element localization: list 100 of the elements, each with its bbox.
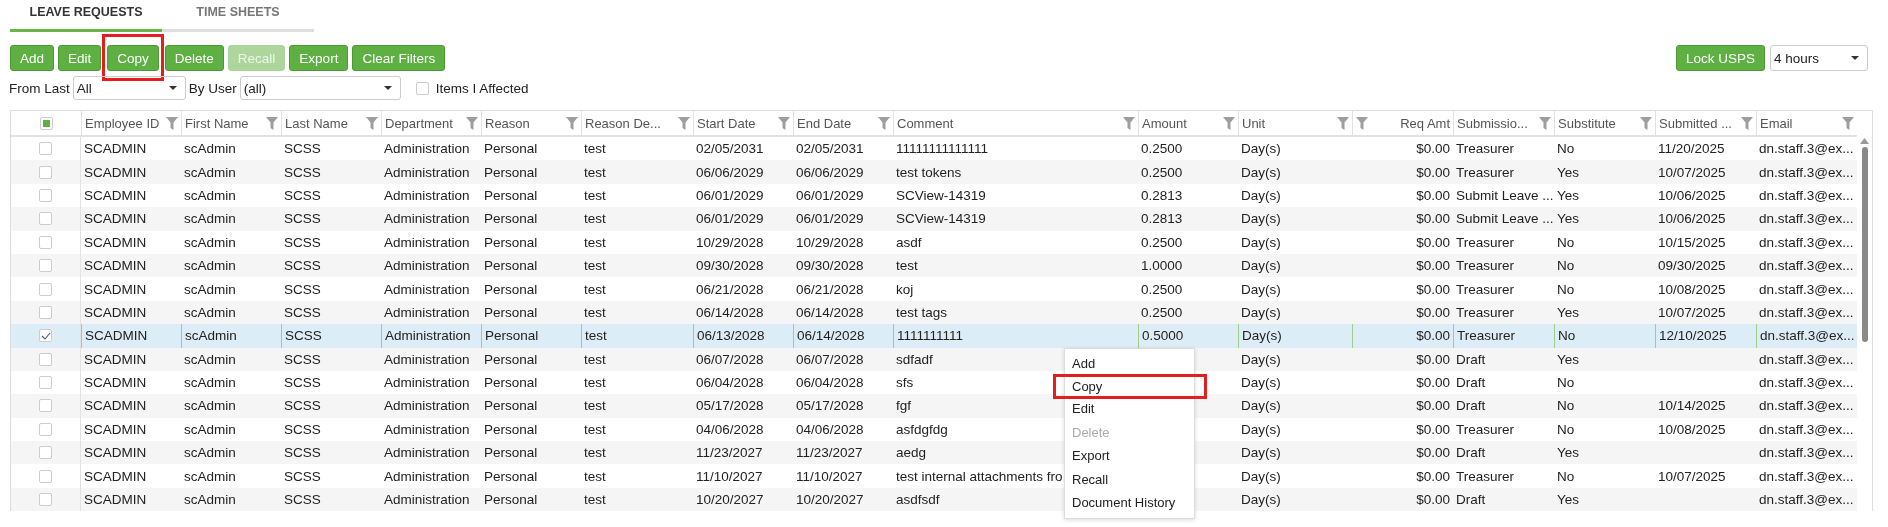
table-cell: scAdmin [184,234,236,250]
table-cell: dn.staff.3@ex... [1759,141,1854,157]
filter-icon[interactable] [166,116,178,130]
from-last-dropdown[interactable]: All [72,76,186,100]
by-user-label: By User [188,80,237,96]
table-cell: $0.00 [1416,445,1450,461]
filter-icon[interactable] [1223,116,1235,130]
table-cell: Treasurer [1456,468,1514,484]
filter-icon[interactable] [466,116,478,130]
table-cell: $0.00 [1416,468,1450,484]
by-user-dropdown[interactable]: (all) [239,76,401,100]
table-cell: Yes [1557,164,1580,180]
duration-dropdown[interactable]: 4 hours [1770,45,1868,71]
table-cell: SCADMIN [84,375,147,391]
menu-item[interactable]: Copy [1065,376,1194,396]
filter-icon[interactable] [1741,116,1753,130]
row-checkbox[interactable] [39,165,52,179]
row-checkbox[interactable] [39,142,52,156]
row-checkbox[interactable] [39,376,52,390]
table-cell: Day(s) [1241,375,1281,391]
select-all-checkbox[interactable] [39,116,53,130]
table-cell: Day(s) [1241,187,1281,203]
table-cell: 06/07/2028 [796,351,864,367]
row-checkbox[interactable] [39,212,52,226]
table-cell: No [1557,234,1575,250]
tab[interactable]: TIME SHEETS [162,0,314,32]
filter-icon[interactable] [1539,116,1551,130]
table-cell: scAdmin [184,164,236,180]
table-cell: SCSS [284,234,321,250]
filter-icon[interactable] [1842,116,1854,130]
row-checkbox[interactable] [39,259,52,273]
column-header[interactable]: Unit [1242,115,1266,131]
table-cell: Day(s) [1241,258,1281,274]
table-cell: test tokens [896,164,962,180]
column-header[interactable]: Reason De... [585,115,661,131]
row-checkbox[interactable] [39,235,52,249]
table-cell: 11/23/2027 [696,445,763,461]
table-cell: Submit Leave ... [1456,211,1554,227]
row-checkbox[interactable] [39,188,52,202]
menu-item[interactable]: Export [1065,444,1194,468]
filter-icon[interactable] [778,116,790,130]
row-checkbox[interactable] [39,352,52,366]
column-header[interactable]: First Name [185,115,249,131]
table-cell: 06/21/2028 [696,281,764,297]
column-header[interactable]: Last Name [285,115,348,131]
filter-icon[interactable] [1123,116,1135,130]
menu-item[interactable]: Document History [1065,491,1194,515]
table-cell: No [1557,421,1575,437]
row-checkbox[interactable] [39,399,52,413]
row-checkbox[interactable] [39,282,52,296]
menu-item[interactable]: Edit [1065,397,1194,421]
filter-icon[interactable] [678,116,690,130]
table-cell: 06/21/2028 [796,281,864,297]
table-cell: dn.staff.3@ex... [1759,187,1854,203]
column-header[interactable]: Submissio... [1457,115,1528,131]
column-header[interactable]: Employee ID [85,115,160,131]
column-header[interactable]: Substitute [1558,115,1616,131]
table-cell: SCSS [284,258,321,274]
row-checkbox[interactable] [39,329,52,343]
table-cell: Administration [384,421,470,437]
menu-item[interactable]: Add [1065,352,1194,376]
row-checkbox[interactable] [39,493,52,507]
table-cell: SCSS [285,328,322,344]
table-cell: Yes [1557,351,1580,367]
column-header[interactable]: Start Date [697,115,756,131]
table-cell: Administration [384,211,470,227]
table-cell: SCSS [284,281,321,297]
filter-icon[interactable] [566,116,578,130]
column-header[interactable]: End Date [797,115,852,131]
column-header[interactable]: Req Amt [1400,115,1450,131]
checkbox[interactable] [415,81,429,95]
column-header[interactable]: Amount [1142,115,1187,131]
filter-icon[interactable] [1356,116,1368,130]
column-header[interactable]: Reason [485,115,530,131]
row-checkbox[interactable] [39,469,52,483]
row-checkbox[interactable] [39,446,52,460]
filter-icon[interactable] [1337,116,1349,130]
scroll-up-icon[interactable] [1860,138,1869,144]
table-cell: Personal [484,445,538,461]
table-cell: 0.2500 [1141,141,1183,157]
table-cell: test [584,492,606,508]
tab[interactable]: LEAVE REQUESTS [10,0,162,32]
column-header[interactable]: Submitted ... [1659,115,1732,131]
column-header[interactable]: Email [1760,115,1793,131]
filter-icon[interactable] [366,116,378,130]
filter-icon[interactable] [1640,116,1652,130]
row-checkbox[interactable] [39,422,52,436]
table-cell: 09/30/2025 [1658,258,1726,274]
column-header[interactable]: Department [385,115,453,131]
row-checkbox[interactable] [39,305,52,319]
table-cell: $0.00 [1416,375,1450,391]
filter-icon[interactable] [878,116,890,130]
table-cell: test [584,141,606,157]
filter-icon[interactable] [266,116,278,130]
table-cell: test [584,421,606,437]
table-cell: Personal [484,258,538,274]
table-cell: Yes [1557,445,1580,461]
column-header[interactable]: Comment [897,115,954,131]
menu-item[interactable]: Recall [1065,467,1194,491]
table-cell: Personal [484,211,538,227]
